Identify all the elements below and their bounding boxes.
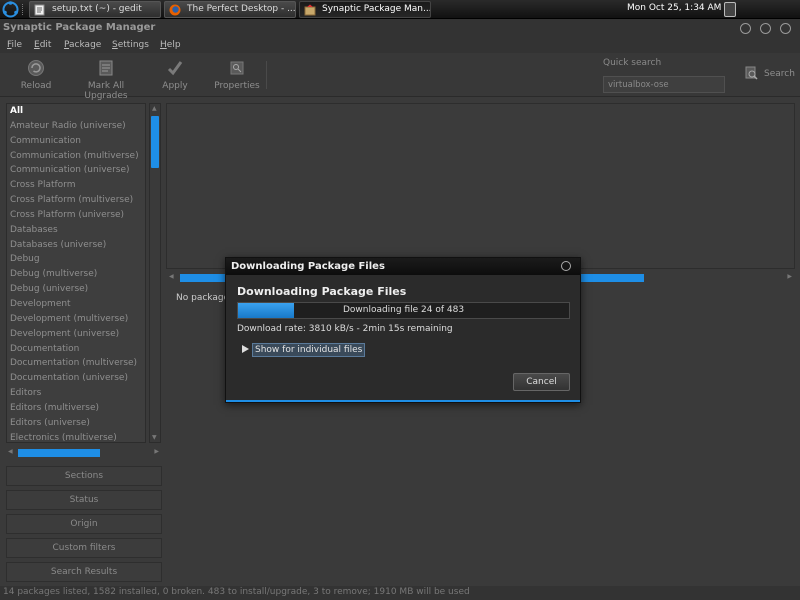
- category-scrollbar[interactable]: ▲ ▼: [149, 103, 161, 443]
- search-icon: [745, 66, 758, 80]
- panel-separator: [22, 4, 25, 15]
- download-dialog: Downloading Package Files Downloading Pa…: [225, 257, 581, 403]
- session-icon[interactable]: [724, 2, 736, 17]
- toolbar: Reload Mark All Upgrades Apply Propertie…: [0, 53, 800, 101]
- firefox-icon: [169, 4, 181, 16]
- properties-button[interactable]: Properties: [214, 59, 260, 91]
- checkmark-icon: [166, 59, 184, 77]
- category-item[interactable]: Communication (multiverse): [7, 149, 145, 164]
- category-item[interactable]: Editors: [7, 386, 145, 401]
- category-item[interactable]: Electronics (multiverse): [7, 431, 145, 442]
- menu-help[interactable]: Help: [160, 40, 181, 50]
- task-label: The Perfect Desktop - ...: [187, 4, 296, 14]
- task-firefox[interactable]: The Perfect Desktop - ...: [164, 1, 296, 18]
- toolbar-separator: [266, 61, 267, 89]
- expander-label[interactable]: Show for individual files: [252, 343, 366, 357]
- reload-icon: [27, 59, 45, 77]
- status-bar: 14 packages listed, 1582 installed, 0 br…: [0, 586, 800, 600]
- category-item[interactable]: Development (universe): [7, 327, 145, 342]
- category-item[interactable]: Databases (universe): [7, 238, 145, 253]
- close-icon[interactable]: [561, 261, 571, 271]
- category-item[interactable]: Development (multiverse): [7, 312, 145, 327]
- category-item[interactable]: All: [7, 104, 145, 119]
- mark-all-upgrades-label: Mark All Upgrades: [84, 81, 128, 101]
- properties-icon: [228, 59, 246, 77]
- category-item[interactable]: Editors (multiverse): [7, 401, 145, 416]
- category-item[interactable]: Debug (universe): [7, 282, 145, 297]
- custom-filters-button[interactable]: Custom filters: [6, 538, 162, 558]
- dialog-heading: Downloading Package Files: [237, 285, 407, 298]
- quick-search-label: Quick search: [603, 58, 662, 68]
- reload-label: Reload: [20, 81, 52, 91]
- task-label: Synaptic Package Man...: [322, 4, 431, 14]
- gedit-icon: [34, 4, 46, 16]
- quick-search-input[interactable]: [603, 76, 725, 93]
- category-item[interactable]: Editors (universe): [7, 416, 145, 431]
- minimize-icon[interactable]: [740, 23, 751, 34]
- category-item[interactable]: Documentation: [7, 342, 145, 357]
- ubuntu-logo-icon[interactable]: [2, 1, 19, 18]
- category-item[interactable]: Cross Platform (multiverse): [7, 193, 145, 208]
- category-item[interactable]: Databases: [7, 223, 145, 238]
- maximize-icon[interactable]: [760, 23, 771, 34]
- download-rate: Download rate: 3810 kB/s - 2min 15s rema…: [237, 324, 453, 334]
- synaptic-icon: [304, 4, 316, 16]
- menu-package[interactable]: Package: [64, 40, 101, 50]
- apply-label: Apply: [162, 81, 188, 91]
- category-hscrollbar[interactable]: ◀ ▶: [6, 447, 161, 459]
- download-progress-bar: Downloading file 24 of 483: [237, 302, 570, 319]
- clock[interactable]: Mon Oct 25, 1:34 AM: [627, 3, 721, 13]
- task-gedit[interactable]: setup.txt (~) - gedit: [29, 1, 161, 18]
- category-item[interactable]: Cross Platform (universe): [7, 208, 145, 223]
- category-item[interactable]: Amateur Radio (universe): [7, 119, 145, 134]
- status-button[interactable]: Status: [6, 490, 162, 510]
- scroll-right-icon[interactable]: ▶: [154, 448, 159, 455]
- category-item[interactable]: Development: [7, 297, 145, 312]
- upgrade-icon: [97, 59, 115, 77]
- dialog-accent-bar: [226, 400, 580, 402]
- top-panel: setup.txt (~) - gedit The Perfect Deskto…: [0, 0, 800, 19]
- reload-button[interactable]: Reload: [20, 59, 52, 91]
- sections-button[interactable]: Sections: [6, 466, 162, 486]
- category-item[interactable]: Debug (multiverse): [7, 267, 145, 282]
- category-item[interactable]: Communication: [7, 134, 145, 149]
- category-item[interactable]: Documentation (multiverse): [7, 356, 145, 371]
- task-label: setup.txt (~) - gedit: [52, 4, 142, 14]
- progress-text: Downloading file 24 of 483: [342, 305, 465, 315]
- window-title: Synaptic Package Manager: [3, 22, 156, 33]
- task-synaptic[interactable]: Synaptic Package Man...: [299, 1, 431, 18]
- scrollbar-thumb[interactable]: [151, 116, 159, 168]
- dialog-title: Downloading Package Files: [231, 261, 385, 272]
- scroll-right-icon[interactable]: ▶: [787, 273, 792, 280]
- scroll-down-icon[interactable]: ▼: [152, 434, 157, 441]
- scroll-left-icon[interactable]: ◀: [8, 448, 13, 455]
- search-results-button[interactable]: Search Results: [6, 562, 162, 582]
- menubar: File Edit Package Settings Help: [0, 39, 800, 53]
- scroll-up-icon[interactable]: ▲: [152, 105, 157, 112]
- package-table[interactable]: [166, 103, 795, 269]
- menu-settings[interactable]: Settings: [112, 40, 149, 50]
- category-list[interactable]: All Amateur Radio (universe) Communicati…: [6, 103, 146, 443]
- search-label: Search: [764, 69, 795, 79]
- dialog-titlebar[interactable]: Downloading Package Files: [226, 258, 580, 275]
- menu-edit[interactable]: Edit: [34, 40, 51, 50]
- scrollbar-thumb[interactable]: [18, 449, 100, 457]
- cancel-button[interactable]: Cancel: [513, 373, 570, 391]
- category-item[interactable]: Debug: [7, 252, 145, 267]
- expander-arrow-icon[interactable]: [242, 345, 249, 353]
- mark-all-upgrades-button[interactable]: Mark All Upgrades: [66, 59, 146, 101]
- package-description: No package: [176, 293, 230, 303]
- scroll-left-icon[interactable]: ◀: [169, 273, 174, 280]
- window-titlebar[interactable]: Synaptic Package Manager: [0, 19, 800, 39]
- close-icon[interactable]: [780, 23, 791, 34]
- origin-button[interactable]: Origin: [6, 514, 162, 534]
- category-item[interactable]: Cross Platform: [7, 178, 145, 193]
- properties-label: Properties: [214, 81, 260, 91]
- apply-button[interactable]: Apply: [161, 59, 189, 91]
- menu-file[interactable]: File: [7, 40, 22, 50]
- category-item[interactable]: Documentation (universe): [7, 371, 145, 386]
- category-item[interactable]: Communication (universe): [7, 163, 145, 178]
